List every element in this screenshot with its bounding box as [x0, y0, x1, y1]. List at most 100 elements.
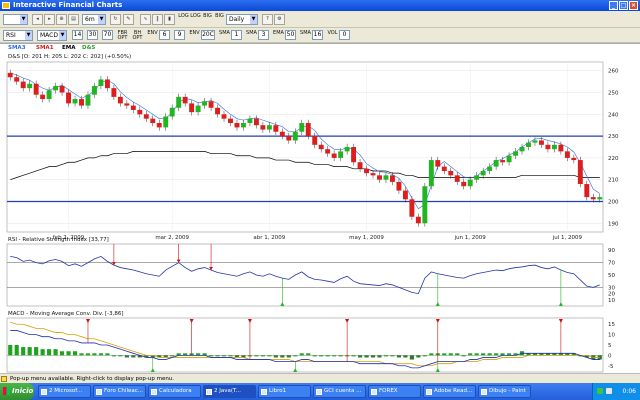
candle-body: [571, 157, 577, 161]
legend-sma3: SMA3: [8, 45, 26, 51]
lower-indicator-select[interactable]: MACD ▼: [37, 30, 67, 41]
param-input[interactable]: 3: [258, 30, 269, 40]
macd-histogram-bar: [208, 355, 214, 357]
param-label[interactable]: EMA: [273, 31, 284, 36]
candle-body: [72, 99, 78, 104]
param-input[interactable]: 20C: [201, 30, 215, 40]
refresh-icon[interactable]: ↻: [110, 14, 121, 25]
param-input[interactable]: 50: [285, 30, 296, 40]
rsi-panel-title: RSI - Relative Strength Index [33,77]: [8, 237, 109, 243]
big-toggle-label-2[interactable]: BIG: [214, 14, 225, 19]
taskbar-item-label: Foro Chileac...: [104, 388, 143, 394]
candle-body: [286, 136, 292, 141]
macd-histogram-bar: [455, 353, 460, 356]
macd-histogram-bar: [267, 355, 272, 357]
start-button[interactable]: Inicio: [0, 383, 34, 400]
candle-body: [150, 118, 156, 124]
taskbar-item[interactable]: 2 Java(T...: [203, 385, 256, 398]
taskbar-item-label: 2 Java(T...: [214, 388, 241, 394]
taskbar-item[interactable]: GCI cuenta ...: [313, 385, 366, 398]
draw-icon[interactable]: ✎: [123, 14, 134, 25]
param-input[interactable]: 14: [72, 30, 83, 40]
rsi-y-tick: 90: [608, 248, 615, 254]
param-input[interactable]: 70: [102, 30, 113, 40]
macd-histogram-bar: [461, 355, 466, 357]
big-toggle-label[interactable]: BIG: [202, 14, 213, 19]
macd-histogram-bar: [383, 355, 389, 357]
volume-icon[interactable]: [606, 388, 612, 394]
param-label[interactable]: SMA: [219, 31, 230, 36]
price-y-tick: 200: [608, 199, 619, 205]
print-icon[interactable]: ▤: [68, 14, 79, 25]
macd-histogram-bar: [422, 355, 427, 357]
log-toggle-label-2[interactable]: LOG: [190, 14, 201, 19]
param-label[interactable]: BH OPT: [132, 31, 143, 41]
period-select[interactable]: Daily ▼: [226, 14, 258, 25]
price-y-tick: 210: [608, 178, 619, 184]
symbol-select[interactable]: ▼: [3, 14, 28, 25]
minimize-button[interactable]: _: [609, 1, 618, 10]
taskbar-item[interactable]: Dibujo - Paint: [478, 385, 531, 398]
macd-histogram-bar: [118, 355, 123, 357]
candle-body: [474, 175, 480, 180]
param-input[interactable]: 6: [159, 30, 170, 40]
candle-body: [428, 160, 434, 187]
upper-indicator-select[interactable]: RSI ▼: [3, 30, 33, 41]
macd-panel-frame: [6, 317, 604, 373]
candle-body: [91, 85, 97, 95]
taskbar-item[interactable]: Libro1: [258, 385, 311, 398]
param-label[interactable]: SMA: [300, 31, 311, 36]
network-icon[interactable]: [597, 388, 603, 394]
macd-histogram-bar: [53, 349, 58, 356]
param-label[interactable]: ENV: [189, 31, 200, 36]
param-label[interactable]: FBR OPT: [117, 31, 128, 41]
log-toggle-label[interactable]: LOG: [178, 14, 189, 19]
param-input[interactable]: 1: [231, 30, 242, 40]
candle-body: [487, 166, 493, 171]
candle-body: [435, 160, 441, 167]
taskbar-item[interactable]: FOREX: [368, 385, 421, 398]
param-input[interactable]: 30: [87, 30, 98, 40]
macd-histogram-bar: [396, 355, 402, 358]
forward-icon[interactable]: ▸: [44, 14, 55, 25]
candle-body: [305, 123, 311, 137]
macd-histogram-bar: [390, 355, 395, 357]
indicator-toolbar: RSI ▼ MACD ▼ 14 30 70 FBR OPT BH OPT ENV 6 9 ENV 20…: [0, 28, 640, 43]
maximize-button[interactable]: □: [619, 1, 628, 10]
macd-histogram-bar: [351, 355, 356, 357]
param-label[interactable]: SMA: [246, 31, 257, 36]
app-icon: [206, 389, 212, 395]
chart-area[interactable]: 190 200 210 220 230 240 250 260 feb 2, 2009 mar 2…: [0, 43, 640, 373]
macd-histogram-bar: [429, 353, 434, 356]
candle-body: [344, 147, 350, 152]
param-input[interactable]: 16: [312, 30, 323, 40]
back-icon[interactable]: ◂: [32, 14, 43, 25]
line-chart-icon[interactable]: ∿: [140, 14, 151, 25]
candle-chart-icon[interactable]: ▮: [164, 14, 175, 25]
taskbar-item[interactable]: Calculadora: [148, 385, 201, 398]
settings-icon[interactable]: ⚙: [274, 14, 285, 25]
zoom-icon[interactable]: ⊕: [56, 14, 67, 25]
candle-body: [415, 216, 421, 224]
candle-body: [266, 125, 272, 130]
help-icon[interactable]: ?: [262, 14, 273, 25]
range-select[interactable]: 6m ▼: [82, 14, 106, 25]
param-label[interactable]: VOL: [327, 31, 338, 36]
param-label[interactable]: ENV: [147, 31, 158, 36]
candle-body: [422, 186, 428, 224]
status-text: Pop-up menu available. Right-click to di…: [10, 376, 175, 382]
close-button[interactable]: ×: [629, 1, 638, 10]
param-input[interactable]: 9: [174, 30, 185, 40]
macd-histogram-bar: [332, 355, 337, 357]
param-input[interactable]: 0: [339, 30, 350, 40]
candle-body: [40, 94, 46, 100]
macd-histogram-bar: [364, 355, 369, 358]
candle-body: [156, 123, 162, 128]
candle-body: [240, 123, 246, 128]
taskbar-item[interactable]: Adobe Read...: [423, 385, 476, 398]
taskbar-item[interactable]: Foro Chileac...: [93, 385, 146, 398]
candle-body: [584, 184, 590, 198]
bar-chart-icon[interactable]: ‖: [152, 14, 163, 25]
chart-canvas[interactable]: 190200210220230240250260feb 2, 2009 mar 2…: [0, 44, 640, 374]
taskbar-item[interactable]: 2 Microsof...: [38, 385, 91, 398]
